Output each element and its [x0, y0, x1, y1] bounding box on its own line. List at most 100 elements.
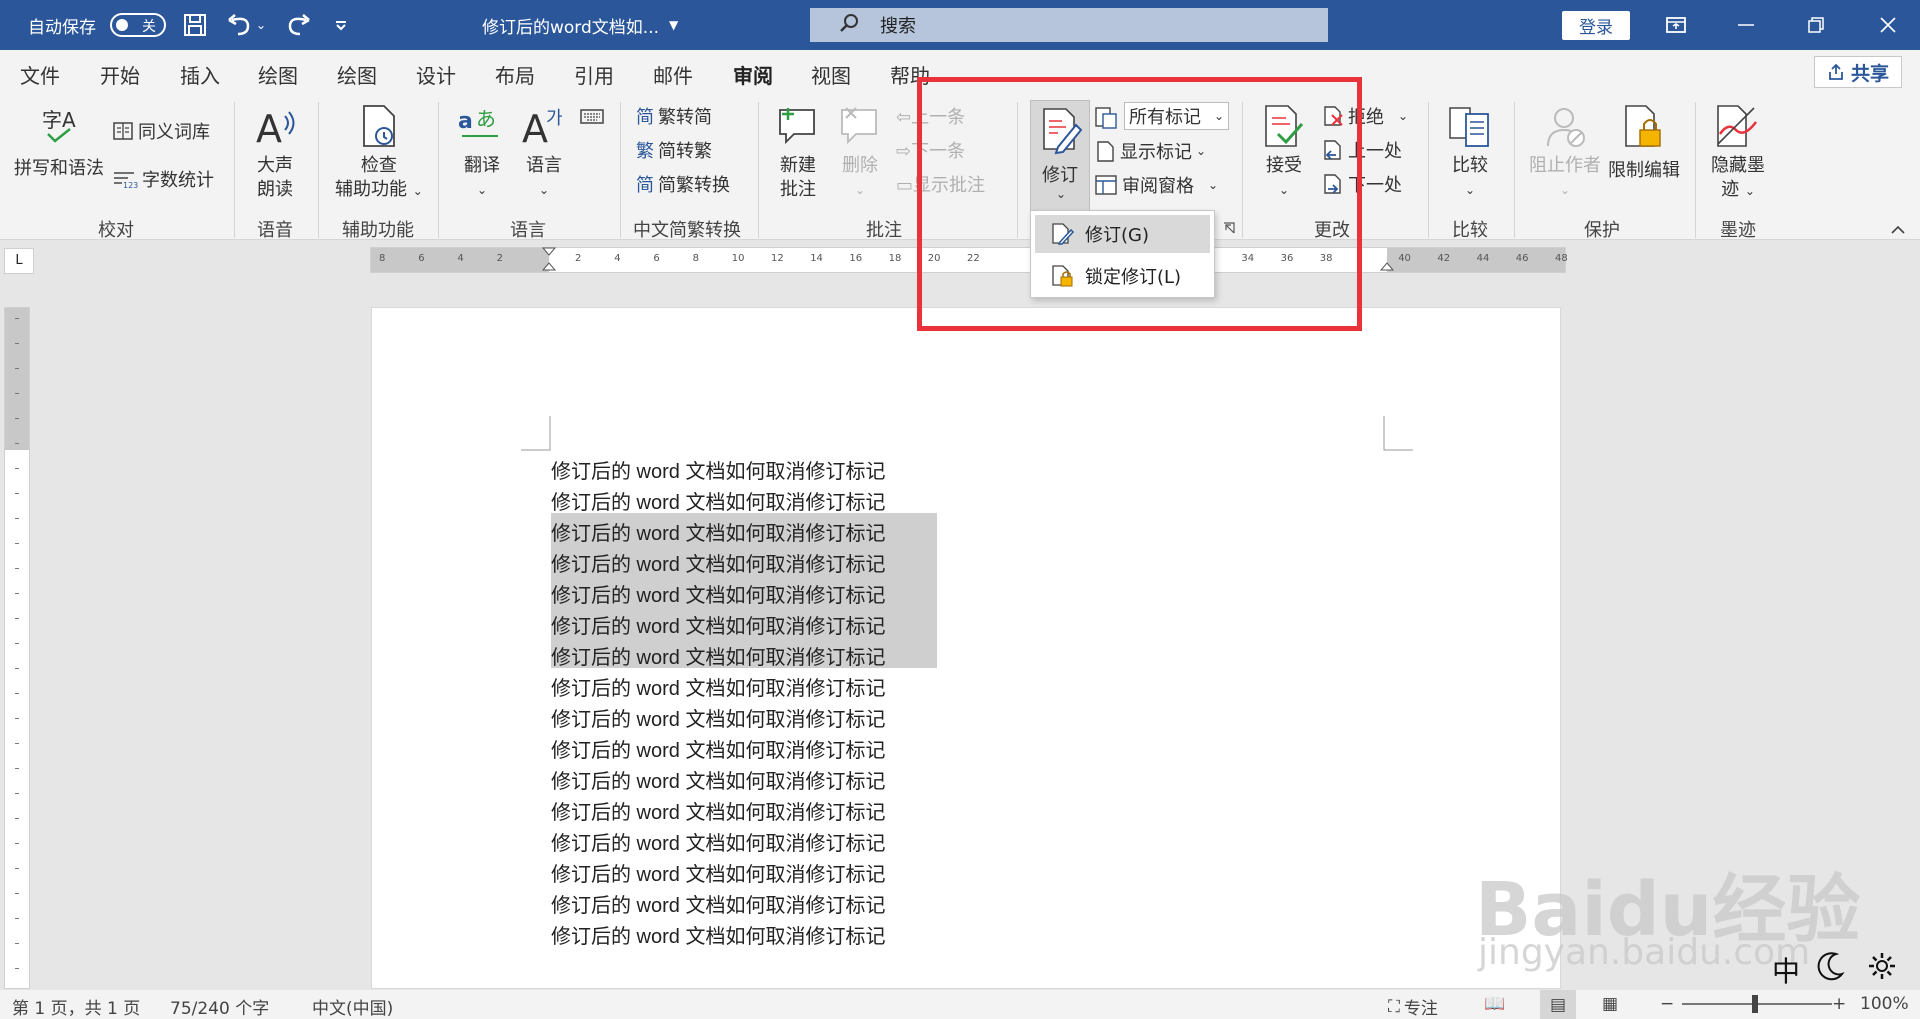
document-line[interactable]: 修订后的 word 文档如何取消修订标记: [551, 488, 885, 518]
group-label-accessibility: 辅助功能: [342, 220, 414, 241]
ribbon-display-options-icon[interactable]: [1665, 0, 1687, 50]
svg-text:A: A: [256, 107, 282, 150]
ruler-number: 2: [496, 253, 503, 264]
read-aloud-button[interactable]: 大声 朗读: [257, 154, 293, 202]
word-count[interactable]: 75/240 个字: [170, 994, 269, 1019]
tab-selector[interactable]: L: [4, 248, 34, 274]
tab-design[interactable]: 设计: [416, 60, 456, 89]
group-separator: [1695, 102, 1696, 238]
share-button[interactable]: 共享: [1814, 56, 1902, 88]
language-button[interactable]: 语言 ⌄: [526, 154, 562, 202]
tab-layout[interactable]: 布局: [495, 60, 535, 89]
to-traditional-icon: 繁: [636, 141, 654, 162]
web-layout-icon[interactable]: ▦: [1602, 994, 1618, 1014]
spelling-grammar-button[interactable]: 拼写和语法: [14, 154, 104, 180]
zoom-in-button[interactable]: +: [1832, 994, 1846, 1014]
document-line[interactable]: 修订后的 word 文档如何取消修订标记: [551, 550, 885, 580]
block-authors-button[interactable]: 阻止作者 ⌄: [1529, 154, 1601, 202]
next-comment-icon: ⇨: [896, 141, 912, 162]
document-line[interactable]: 修订后的 word 文档如何取消修订标记: [551, 705, 885, 735]
document-line[interactable]: 修订后的 word 文档如何取消修订标记: [551, 829, 885, 859]
tab-view[interactable]: 视图: [811, 60, 851, 89]
vertical-ruler-tick: [15, 568, 19, 569]
tab-references[interactable]: 引用: [574, 60, 614, 89]
language-indicator[interactable]: 中文(中国): [312, 994, 393, 1019]
delete-comment-button[interactable]: 删除 ⌄: [842, 154, 878, 202]
word-count-button[interactable]: 123 字数统计: [112, 166, 214, 192]
right-indent-marker-icon[interactable]: [1379, 246, 1395, 272]
document-line[interactable]: 修订后的 word 文档如何取消修订标记: [551, 519, 885, 549]
document-page[interactable]: 修订后的 word 文档如何取消修订标记 修订后的 word 文档如何取消修订标记…: [371, 307, 1561, 989]
crop-mark: [1383, 416, 1413, 451]
login-button[interactable]: 登录: [1562, 11, 1630, 40]
document-line[interactable]: 修订后的 word 文档如何取消修订标记: [551, 674, 885, 704]
tab-home[interactable]: 开始: [100, 60, 140, 89]
compare-button[interactable]: 比较 ⌄: [1452, 154, 1488, 202]
document-line[interactable]: 修订后的 word 文档如何取消修订标记: [551, 457, 885, 487]
moon-icon[interactable]: [1816, 950, 1846, 986]
document-line[interactable]: 修订后的 word 文档如何取消修订标记: [551, 860, 885, 890]
vertical-ruler-tick: [15, 693, 19, 694]
autosave-toggle[interactable]: 关: [102, 0, 166, 50]
document-line[interactable]: 修订后的 word 文档如何取消修订标记: [551, 612, 885, 642]
vertical-ruler[interactable]: [4, 307, 30, 989]
new-comment-button[interactable]: 新建 批注: [780, 154, 816, 202]
to-simplified-button[interactable]: 简 繁转简: [636, 103, 712, 129]
document-line[interactable]: 修订后的 word 文档如何取消修订标记: [551, 581, 885, 611]
redo-icon[interactable]: [284, 0, 312, 50]
read-mode-icon[interactable]: 📖: [1484, 994, 1505, 1014]
document-line[interactable]: 修订后的 word 文档如何取消修订标记: [551, 922, 885, 952]
to-traditional-button[interactable]: 繁 简转繁: [636, 137, 712, 163]
ruler-number: 2: [575, 253, 582, 264]
vertical-ruler-tick: [15, 868, 19, 869]
zoom-slider-thumb[interactable]: [1752, 995, 1758, 1013]
tab-insert[interactable]: 插入: [180, 60, 220, 89]
vertical-ruler-tick: [15, 793, 19, 794]
keyboard-icon[interactable]: [580, 108, 604, 128]
check-accessibility-button[interactable]: 检查 辅助功能 ⌄: [335, 154, 423, 203]
document-line[interactable]: 修订后的 word 文档如何取消修订标记: [551, 643, 885, 673]
tab-file[interactable]: 文件: [20, 60, 60, 89]
thesaurus-icon: [113, 122, 133, 140]
zoom-out-button[interactable]: −: [1660, 994, 1674, 1014]
search-box[interactable]: 搜索: [810, 8, 1328, 42]
focus-mode-button[interactable]: ⛶ 专注: [1388, 994, 1438, 1019]
restore-icon[interactable]: [1806, 0, 1826, 50]
document-line[interactable]: 修订后的 word 文档如何取消修订标记: [551, 736, 885, 766]
ime-mode[interactable]: 中: [1772, 950, 1800, 990]
indent-marker-icon[interactable]: [541, 246, 557, 272]
svg-text:123: 123: [123, 181, 138, 189]
document-title[interactable]: 修订后的word文档如... ▼: [482, 0, 678, 50]
document-line[interactable]: 修订后的 word 文档如何取消修订标记: [551, 767, 885, 797]
settings-gear-icon[interactable]: [1866, 950, 1898, 986]
minimize-icon[interactable]: [1736, 0, 1756, 50]
translate-button[interactable]: 翻译 ⌄: [464, 154, 500, 202]
hide-ink-button[interactable]: 隐藏墨迹 ⌄: [1711, 154, 1765, 203]
convert-button[interactable]: 简 简繁转换: [636, 171, 730, 197]
tab-draw[interactable]: 绘图: [258, 60, 298, 89]
tab-review[interactable]: 审阅: [733, 60, 773, 97]
zoom-slider[interactable]: [1682, 995, 1832, 1013]
restrict-editing-button[interactable]: 限制编辑: [1608, 156, 1680, 182]
vertical-ruler-tick: [15, 718, 19, 719]
vertical-ruler-tick: [15, 443, 19, 444]
thesaurus-button[interactable]: 同义词库: [112, 118, 210, 144]
group-label-chinese: 中文简繁转换: [633, 220, 741, 241]
close-icon[interactable]: [1878, 0, 1898, 50]
save-icon[interactable]: [182, 0, 208, 50]
translate-icon: aあ: [458, 106, 504, 152]
tab-mailings[interactable]: 邮件: [653, 60, 693, 89]
svg-text:가: 가: [546, 108, 563, 129]
ruler-number: 12: [771, 253, 784, 264]
collapse-ribbon-icon[interactable]: [1890, 220, 1906, 239]
tab-draw-2[interactable]: 绘图: [337, 60, 377, 89]
ruler-number: 6: [418, 253, 425, 264]
customize-qat-icon[interactable]: [334, 0, 348, 50]
zoom-level[interactable]: 100%: [1860, 994, 1909, 1014]
document-line[interactable]: 修订后的 word 文档如何取消修订标记: [551, 891, 885, 921]
print-layout-icon[interactable]: ▤: [1540, 990, 1576, 1019]
watermark-url: jingyan.baidu.com: [1478, 932, 1811, 973]
document-line[interactable]: 修订后的 word 文档如何取消修订标记: [551, 798, 885, 828]
undo-icon[interactable]: ⌄: [226, 0, 266, 50]
page-count[interactable]: 第 1 页，共 1 页: [12, 994, 140, 1019]
